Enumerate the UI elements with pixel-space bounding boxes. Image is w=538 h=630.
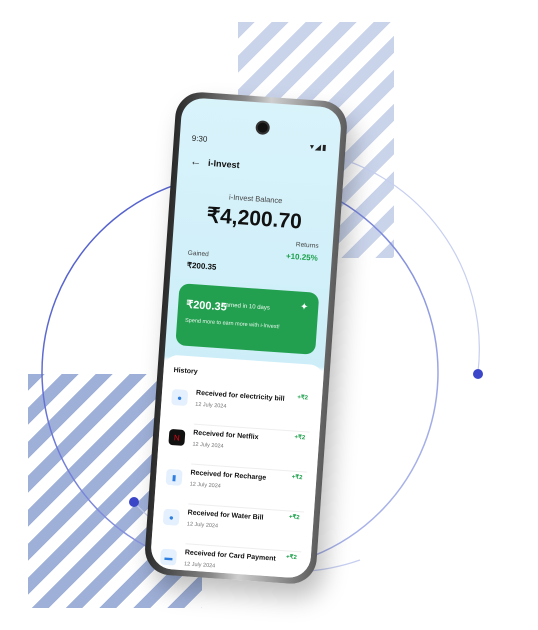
back-arrow-icon[interactable]: ← <box>190 156 202 169</box>
returns-label: Returns <box>295 241 319 250</box>
history-item-amount: +₹2 <box>288 514 300 522</box>
phone-mockup: 9:30 ▾◢▮ ← i-Invest i-Invest Balance ₹4,… <box>143 90 349 586</box>
history-item-date: 12 July 2024 <box>192 441 224 450</box>
earnings-subtitle: Spend more to earn more with i-Invest! <box>184 317 280 331</box>
history-item-date: 12 July 2024 <box>189 481 221 490</box>
phone-icon: ▮ <box>165 468 183 486</box>
camera-icon <box>255 120 271 136</box>
history-item-name: Received for Netflix <box>192 429 259 442</box>
earnings-card[interactable]: ₹200.35 earned in 10 days Spend more to … <box>175 283 320 355</box>
sparkle-icon: ✦ <box>299 301 309 314</box>
history-item-amount: +₹2 <box>297 394 309 402</box>
signal-battery-icon: ▾◢▮ <box>309 142 328 153</box>
page-title: i-Invest <box>207 157 240 171</box>
history-item-date: 12 July 2024 <box>186 521 219 530</box>
returns-stat: Returns +10.25% <box>286 241 319 263</box>
returns-value: +10.25% <box>285 251 319 263</box>
history-item-amount: +₹2 <box>291 474 303 482</box>
water-drop-icon: ● <box>162 508 180 526</box>
location-icon: ● <box>171 388 189 407</box>
gained-value: ₹200.35 <box>186 260 217 272</box>
history-item-amount: +₹2 <box>294 434 306 442</box>
earnings-period: earned in 10 days <box>222 302 271 312</box>
earnings-amount: ₹200.35 <box>185 298 228 314</box>
history-item-name: Received for Card Payment <box>184 549 276 563</box>
status-bar: 9:30 ▾◢▮ <box>191 134 327 152</box>
history-panel: History ● Received for electricity bill … <box>149 354 325 580</box>
history-title: History <box>173 367 198 376</box>
card-icon: ▬ <box>159 548 178 566</box>
gained-label: Gained <box>187 249 209 259</box>
history-item-name: Received for electricity bill <box>195 389 285 403</box>
gained-stat: Gained ₹200.35 <box>187 250 218 272</box>
history-item-amount: +₹2 <box>285 554 297 562</box>
netflix-icon: N <box>168 428 186 446</box>
history-item-date: 12 July 2024 <box>183 561 216 570</box>
history-item-name: Received for Recharge <box>190 469 267 482</box>
status-time: 9:30 <box>191 133 208 144</box>
history-item-name: Received for Water Bill <box>187 509 264 522</box>
app-header: ← i-Invest <box>190 156 240 171</box>
phone-screen: 9:30 ▾◢▮ ← i-Invest i-Invest Balance ₹4,… <box>149 96 343 580</box>
history-item-date: 12 July 2024 <box>195 401 227 410</box>
